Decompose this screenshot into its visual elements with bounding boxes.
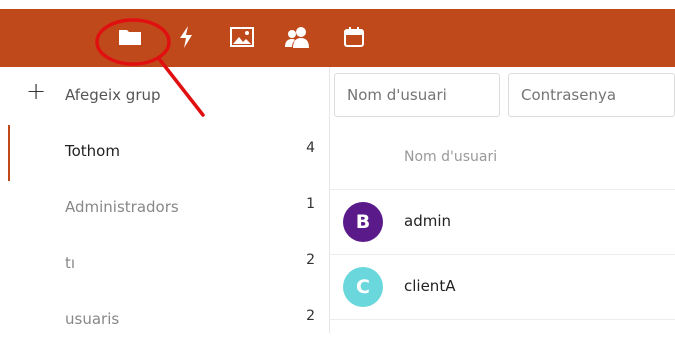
table-row[interactable]: C clientA bbox=[330, 255, 675, 319]
sidebar-item-label: tı bbox=[65, 254, 76, 272]
calendar-icon[interactable] bbox=[340, 23, 368, 51]
sidebar-item-count: 4 bbox=[306, 140, 315, 156]
add-group-label: Afegeix grup bbox=[65, 86, 161, 104]
users-panel: Nom d'usuari B admin C clientA bbox=[330, 67, 675, 333]
app-header bbox=[0, 9, 675, 67]
sidebar-item-label: Tothom bbox=[65, 142, 120, 160]
divider bbox=[330, 319, 675, 320]
sidebar-item-count: 1 bbox=[306, 196, 315, 212]
folder-icon[interactable] bbox=[116, 23, 144, 51]
sidebar-item-t[interactable]: tı 2 bbox=[0, 237, 329, 293]
activity-icon[interactable] bbox=[172, 23, 200, 51]
table-row[interactable]: B admin bbox=[330, 190, 675, 254]
plus-icon: + bbox=[26, 77, 47, 105]
sidebar-item-label: Administradors bbox=[65, 198, 179, 216]
username-column-header[interactable]: Nom d'usuari bbox=[404, 149, 497, 165]
avatar: C bbox=[343, 267, 383, 307]
users-icon[interactable] bbox=[284, 23, 312, 51]
sidebar-item-administradors[interactable]: Administradors 1 bbox=[0, 181, 329, 237]
add-group-button[interactable]: + Afegeix grup bbox=[0, 69, 329, 125]
sidebar-item-tothom[interactable]: Tothom 4 bbox=[0, 125, 329, 181]
new-password-input[interactable] bbox=[508, 73, 675, 117]
new-username-input[interactable] bbox=[334, 73, 500, 117]
sidebar-item-count: 2 bbox=[306, 308, 315, 324]
username: clientA bbox=[404, 277, 456, 295]
groups-sidebar: + Afegeix grup Tothom 4 Administradors 1… bbox=[0, 67, 330, 333]
sidebar-item-usuaris[interactable]: usuaris 2 bbox=[0, 293, 329, 349]
sidebar-item-label: usuaris bbox=[65, 310, 120, 328]
image-icon[interactable] bbox=[228, 23, 256, 51]
username: admin bbox=[404, 212, 451, 230]
sidebar-item-count: 2 bbox=[306, 252, 315, 268]
avatar: B bbox=[343, 202, 383, 242]
